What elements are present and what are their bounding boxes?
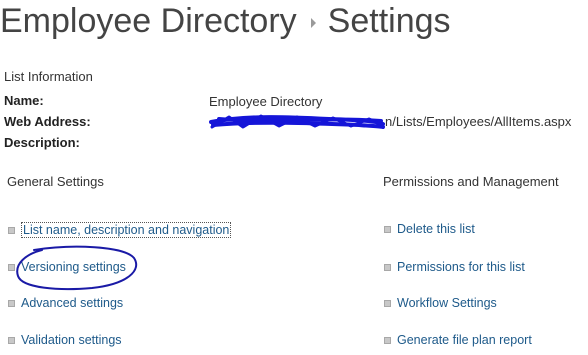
link-label: Delete this list (397, 222, 475, 236)
link-label: Advanced settings (21, 296, 124, 310)
bullet-icon (384, 299, 391, 307)
permissions-for-list-link[interactable]: Permissions for this list (384, 260, 525, 274)
versioning-settings-link[interactable]: Versioning settings (8, 260, 126, 274)
link-label: Versioning settings (21, 260, 126, 274)
web-address-suffix: n/Lists/Employees/AllItems.aspx (385, 114, 572, 129)
breadcrumb-separator-icon (310, 18, 316, 28)
breadcrumb-list-name[interactable]: Employee Directory (0, 2, 297, 41)
link-label: Validation settings (21, 333, 122, 347)
web-address-value[interactable]: n/Lists/Employees/AllItems.aspx (209, 113, 571, 131)
bullet-icon (384, 336, 391, 344)
bullet-icon (8, 299, 15, 307)
list-information-heading: List Information (4, 69, 93, 84)
link-label: Generate file plan report (397, 333, 532, 347)
bullet-icon (8, 263, 15, 271)
generate-file-plan-report-link[interactable]: Generate file plan report (384, 333, 532, 347)
name-label: Name: (4, 93, 44, 108)
advanced-settings-link[interactable]: Advanced settings (8, 296, 123, 310)
delete-list-link[interactable]: Delete this list (384, 222, 475, 236)
general-settings-heading: General Settings (7, 174, 104, 189)
validation-settings-link[interactable]: Validation settings (8, 333, 122, 347)
name-row: Name: (4, 92, 44, 110)
link-label: Permissions for this list (397, 260, 525, 274)
bullet-icon (8, 336, 15, 344)
bullet-icon (384, 263, 391, 271)
breadcrumb-page-name: Settings (327, 1, 451, 40)
name-value: Employee Directory (209, 94, 323, 109)
web-address-label: Web Address: (4, 114, 91, 129)
link-label: List name, description and navigation (21, 222, 232, 238)
workflow-settings-link[interactable]: Workflow Settings (384, 296, 497, 310)
web-address-row: Web Address: (4, 113, 91, 131)
settings-page: Employee Directory Settings List Informa… (0, 0, 588, 355)
redaction-scribble-icon (209, 114, 385, 129)
description-row: Description: (4, 134, 80, 152)
bullet-icon (384, 225, 391, 233)
bullet-icon (8, 226, 15, 234)
link-label: Workflow Settings (397, 296, 497, 310)
list-name-description-navigation-link[interactable]: List name, description and navigation (8, 222, 232, 238)
redacted-url-part (209, 114, 385, 130)
description-label: Description: (4, 135, 80, 150)
permissions-management-heading: Permissions and Management (383, 174, 559, 189)
page-title: Employee Directory Settings (0, 0, 451, 46)
